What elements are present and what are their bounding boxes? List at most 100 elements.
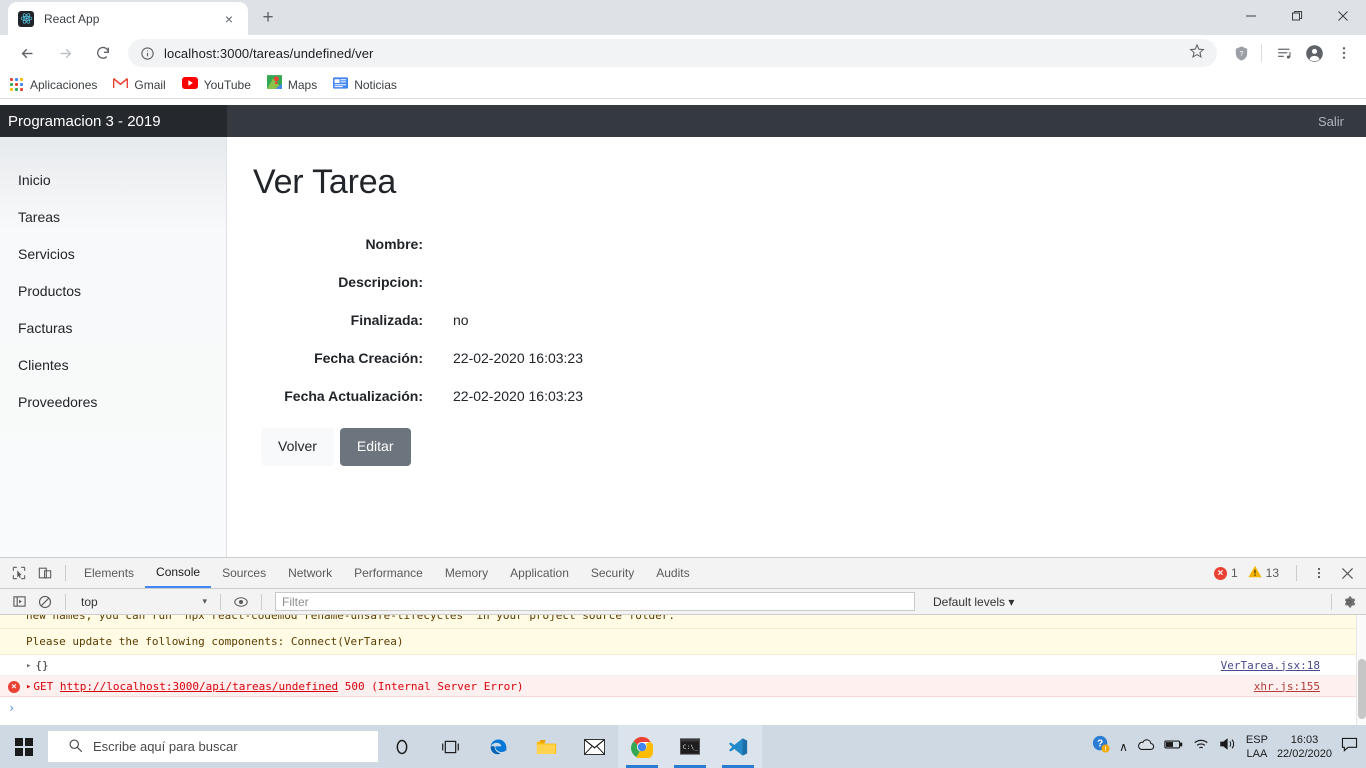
tab-network[interactable]: Network [277,558,343,588]
search-input[interactable]: Escribe aquí para buscar [48,731,378,762]
bookmark-star-icon[interactable] [1189,43,1205,64]
lang-line1: ESP [1245,733,1268,746]
sidebar-item-clientes[interactable]: Clientes [0,346,226,383]
console-warning[interactable]: Please update the following components: … [0,629,1366,655]
back-button[interactable]: Volver [261,428,334,466]
sidebar-item-servicios[interactable]: Servicios [0,235,226,272]
console-scrollbar[interactable] [1356,615,1366,725]
edge-icon[interactable] [474,725,522,768]
error-count-badge[interactable]: × 1 [1213,566,1238,580]
field-row-finalizada: Finalizada: no [253,308,1366,332]
chrome-icon[interactable] [618,725,666,768]
battery-icon[interactable] [1164,738,1183,756]
live-expression-icon[interactable] [228,589,254,615]
sidebar-item-proveedores[interactable]: Proveedores [0,383,226,420]
tab-sources[interactable]: Sources [211,558,277,588]
shield-icon[interactable]: ? [1227,39,1255,67]
clock-time: 16:03 [1290,733,1319,746]
warning-count-badge[interactable]: 13 [1248,565,1279,581]
bookmark-gmail[interactable]: Gmail [113,76,166,94]
tab-performance[interactable]: Performance [343,558,434,588]
gear-icon[interactable] [1342,595,1356,609]
file-explorer-icon[interactable] [522,725,570,768]
edit-button[interactable]: Editar [339,428,411,466]
scrollbar-thumb[interactable] [1358,659,1366,719]
close-devtools-icon[interactable] [1334,560,1360,586]
bookmark-maps[interactable]: Maps [266,75,317,94]
task-view-icon[interactable] [426,725,474,768]
notification-icon[interactable] [1341,737,1358,757]
console-sidebar-icon[interactable] [6,589,32,615]
device-toolbar-icon[interactable] [32,560,58,586]
tab-application[interactable]: Application [499,558,580,588]
browser-tab[interactable]: React App × [8,2,248,35]
clock[interactable]: 16:03 22/02/2020 [1277,733,1332,761]
vscode-icon[interactable] [714,725,762,768]
back-arrow-icon[interactable] [13,39,41,67]
divider [261,593,262,610]
info-circle-icon[interactable] [140,46,155,61]
close-icon[interactable] [1320,0,1366,32]
reading-list-icon[interactable] [1270,39,1298,67]
console-prompt[interactable]: › [0,697,1366,719]
error-url[interactable]: http://localhost:3000/api/tareas/undefin… [60,680,338,693]
main-content: Ver Tarea Nombre: Descripcion: Finalizad… [227,137,1366,557]
forward-arrow-icon[interactable] [51,39,79,67]
tab-elements[interactable]: Elements [73,558,145,588]
mail-icon[interactable] [570,725,618,768]
log-text: new names, you can run `npx react-codemo… [26,615,676,622]
source-link[interactable]: xhr.js:155 [1254,680,1320,693]
console-log[interactable]: ▸ {} VerTarea.jsx:18 [0,655,1366,676]
app-brand[interactable]: Programacion 3 - 2019 [0,105,227,137]
field-row-fecha-actualizacion: Fecha Actualización: 22-02-2020 16:03:23 [253,384,1366,408]
terminal-icon[interactable]: C:\_ [666,725,714,768]
maximize-icon[interactable] [1274,0,1320,32]
filter-input[interactable]: Filter [275,592,915,611]
search-placeholder: Escribe aquí para buscar [93,739,238,754]
reload-icon[interactable] [89,39,117,67]
divider [65,593,66,610]
console-error[interactable]: × ▸ GET http://localhost:3000/api/tareas… [0,676,1366,697]
minimize-icon[interactable] [1228,0,1274,32]
sidebar-item-tareas[interactable]: Tareas [0,198,226,235]
close-icon[interactable]: × [220,10,238,28]
bookmarks-bar: Aplicaciones Gmail YouTube Maps Noticias [0,71,1366,99]
tab-security[interactable]: Security [580,558,645,588]
profile-icon[interactable] [1300,39,1328,67]
sidebar-item-inicio[interactable]: Inicio [0,161,226,198]
levels-label: Default levels [933,594,1006,609]
bookmark-aplicaciones[interactable]: Aplicaciones [10,77,97,92]
menu-kebab-icon[interactable] [1330,39,1358,67]
tab-console[interactable]: Console [145,558,212,588]
news-icon [333,76,349,94]
cortana-icon[interactable] [378,725,426,768]
clear-console-icon[interactable] [32,589,58,615]
expand-arrow-icon[interactable]: ▸ [24,680,31,692]
help-question-icon[interactable]: ?! [1092,735,1110,758]
language-indicator[interactable]: ESP LAA [1246,733,1268,761]
chevron-up-icon[interactable]: ∧ [1119,740,1128,754]
tab-audits[interactable]: Audits [645,558,700,588]
sidebar-item-productos[interactable]: Productos [0,272,226,309]
address-bar[interactable]: localhost:3000/tareas/undefined/ver [128,39,1217,67]
source-link[interactable]: VerTarea.jsx:18 [1221,659,1320,672]
log-levels-select[interactable]: Default levels ▾ [933,595,1014,609]
tab-memory[interactable]: Memory [434,558,499,588]
new-tab-button[interactable]: + [254,4,282,32]
svg-text:?: ? [1239,49,1243,57]
search-icon [68,738,83,756]
expand-arrow-icon[interactable]: ▸ [8,659,31,671]
field-label: Nombre: [365,236,423,252]
logout-link[interactable]: Salir [1318,114,1366,129]
windows-start-icon[interactable] [0,725,48,768]
inspect-element-icon[interactable] [6,560,32,586]
console-warning-clipped[interactable]: new names, you can run `npx react-codemo… [0,615,1366,629]
bookmark-youtube[interactable]: YouTube [181,76,251,94]
kebab-menu-icon[interactable] [1306,560,1332,586]
execution-context-select[interactable]: top ▾ [73,592,213,612]
wifi-icon[interactable] [1192,737,1210,756]
sidebar-item-facturas[interactable]: Facturas [0,309,226,346]
onedrive-icon[interactable] [1137,738,1155,756]
bookmark-noticias[interactable]: Noticias [333,76,397,94]
volume-icon[interactable] [1219,737,1237,756]
